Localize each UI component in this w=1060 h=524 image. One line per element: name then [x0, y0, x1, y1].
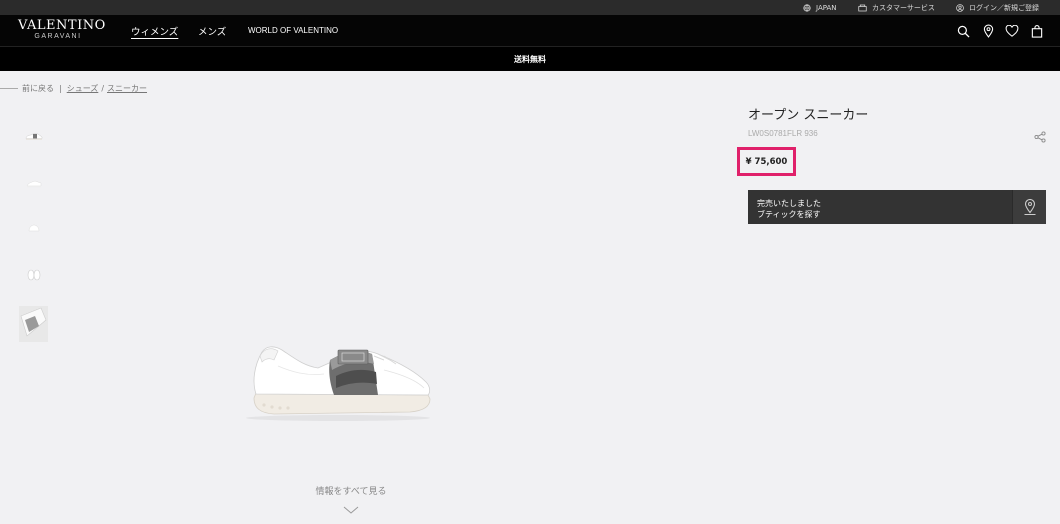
- price-label: ¥ 75,600: [745, 156, 788, 167]
- heart-icon[interactable]: [1004, 23, 1020, 39]
- customer-service-icon: [858, 4, 867, 11]
- location-pin-icon[interactable]: [980, 23, 996, 39]
- find-boutique-button[interactable]: 完売いたしました ブティックを探す: [748, 190, 1046, 224]
- thumbnail-4[interactable]: [19, 257, 48, 293]
- thumbnail-3[interactable]: [19, 210, 48, 246]
- see-all-info-link[interactable]: 情報をすべて見る: [300, 484, 402, 497]
- logo-subline: GARAVANI: [34, 33, 82, 40]
- nav-womens-label: ウィメンズ: [131, 26, 179, 38]
- main-header: VALENTINO GARAVANI ウィメンズ メンズ WORLD OF VA…: [0, 15, 1060, 46]
- shopping-bag-icon[interactable]: [1029, 23, 1045, 39]
- product-title: オープン スニーカー: [748, 108, 869, 123]
- nav-world-of-valentino[interactable]: WORLD OF VALENTINO: [248, 15, 338, 46]
- map-pin-icon: [1024, 198, 1035, 215]
- breadcrumb: 前に戻る | シューズ / スニーカー: [0, 82, 147, 94]
- nav-womens[interactable]: ウィメンズ: [131, 15, 178, 46]
- globe-icon: [803, 3, 811, 12]
- breadcrumb-shoes[interactable]: シューズ: [67, 83, 99, 94]
- sold-out-label: 完売いたしました: [757, 199, 821, 208]
- breadcrumb-separator: |: [59, 83, 62, 93]
- customer-service-label: カスタマーサービス: [872, 3, 935, 12]
- thumbnail-1[interactable]: [19, 118, 48, 154]
- breadcrumb-line: [0, 87, 18, 89]
- promo-bar: 送料無料: [0, 46, 1060, 71]
- product-main-image[interactable]: [238, 336, 438, 426]
- thumbnail-2[interactable]: [19, 165, 48, 201]
- nav-mens-label: メンズ: [198, 26, 227, 38]
- product-price: ¥ 75,600: [737, 147, 796, 176]
- breadcrumb-separator: /: [101, 83, 105, 93]
- nav-world-label: WORLD OF VALENTINO: [248, 26, 339, 35]
- back-link[interactable]: 前に戻る: [22, 83, 54, 94]
- breadcrumb-sneakers[interactable]: スニーカー: [107, 83, 147, 94]
- login-link[interactable]: ログイン／新規ご登録: [956, 0, 1039, 15]
- nav-mens[interactable]: メンズ: [198, 15, 226, 46]
- region-label: JAPAN: [816, 3, 837, 12]
- product-code: LW0S0781FLR 936: [748, 129, 818, 138]
- find-boutique-label: ブティックを探す: [757, 209, 821, 219]
- logo-wordmark: VALENTINO: [18, 18, 106, 33]
- region-selector[interactable]: JAPAN: [803, 0, 837, 15]
- valentino-logo[interactable]: VALENTINO GARAVANI: [18, 18, 106, 41]
- login-label: ログイン／新規ご登録: [969, 3, 1039, 12]
- user-icon: [956, 3, 964, 12]
- boutique-locator-icon-wrap[interactable]: [1012, 190, 1046, 224]
- share-icon[interactable]: [1034, 128, 1048, 143]
- stock-status-text: 完売いたしました ブティックを探す: [757, 199, 821, 220]
- utility-bar: JAPAN カスタマーサービス ログイン／新規ご登録: [0, 0, 1060, 15]
- chevron-down-icon[interactable]: [343, 500, 359, 514]
- thumbnail-5[interactable]: [19, 306, 48, 342]
- promo-text: 送料無料: [514, 54, 546, 64]
- customer-service-link[interactable]: カスタマーサービス: [858, 0, 935, 15]
- search-icon[interactable]: [955, 23, 971, 39]
